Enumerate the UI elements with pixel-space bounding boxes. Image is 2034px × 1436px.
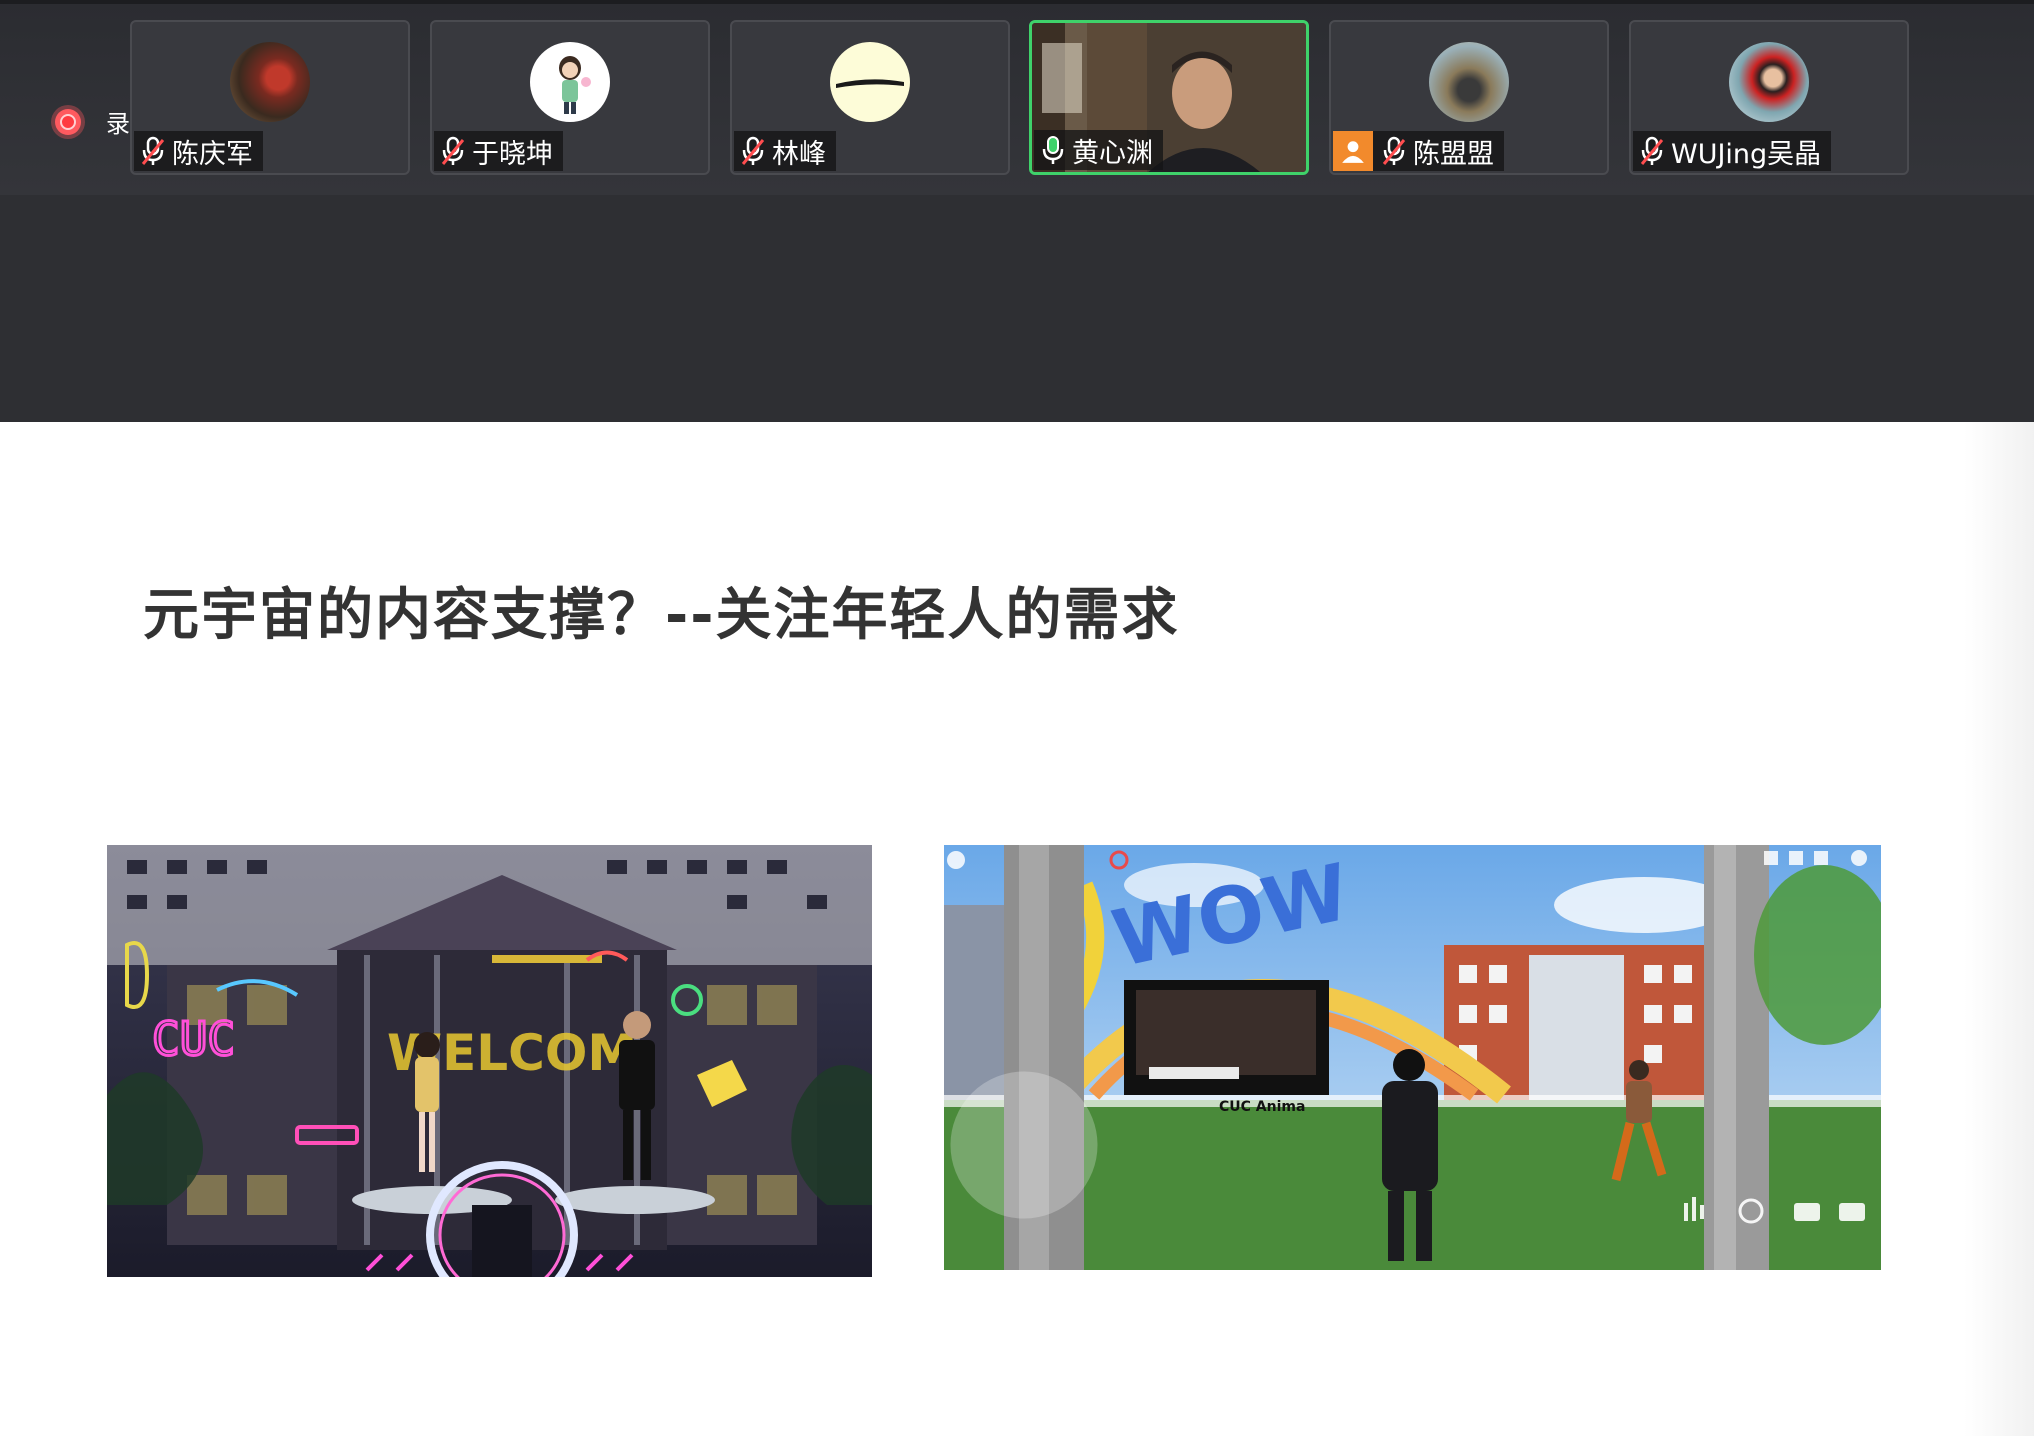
mic-muted-icon [1640,136,1664,165]
participant-name: 陈庆军 [172,138,253,170]
slide-image-virtual-world: WOW CUC Anima [944,845,1881,1270]
avatar [1729,42,1809,122]
cartoon-avatar-icon [559,56,591,114]
recording-icon [55,108,81,135]
participant-name-tag: WUJing吴晶 [1633,131,1832,171]
participant-name: 陈盟盟 [1413,138,1494,170]
avatar [1429,42,1509,122]
virtual-campus-illustration: CUC WELCOM [107,845,872,1277]
participant-name-tag: 林峰 [734,131,836,171]
mic-muted-icon [141,136,165,165]
brush-stroke-avatar-icon [836,79,904,88]
mic-muted-icon [441,136,465,165]
participant-tile[interactable]: 陈庆军 [130,20,410,175]
avatar [830,42,910,122]
participant-name-tag: 于晓坤 [434,131,563,171]
participant-name: 黄心渊 [1072,137,1153,169]
slide-image-virtual-campus: CUC WELCOM [107,845,872,1277]
avatar [230,42,310,122]
meeting-background [0,195,2034,422]
neon-sign-text: CUC [152,1012,235,1066]
participant-name: WUJing吴晶 [1671,138,1822,170]
mic-active-icon [1042,136,1064,164]
avatar [530,42,610,122]
mic-muted-icon [741,136,765,165]
participant-name: 于晓坤 [472,138,553,170]
screen-caption-text: CUC Anima [1219,1099,1305,1115]
mic-muted-icon [1382,136,1406,165]
participant-tile[interactable]: WUJing吴晶 [1629,20,1909,175]
participant-name: 林峰 [772,138,826,170]
slide-edge-shadow [1964,422,2034,1436]
participant-name-tag: 陈庆军 [134,131,263,171]
person-icon [1333,131,1373,171]
slide-title: 元宇宙的内容支撑？--关注年轻人的需求 [143,583,1180,648]
participant-tile-active-speaker[interactable]: 黄心渊 [1029,20,1309,175]
participant-tile[interactable]: 陈盟盟 [1329,20,1609,175]
participant-tile[interactable]: 林峰 [730,20,1010,175]
participant-name-tag: 陈盟盟 [1333,131,1504,171]
participant-name-tag: 黄心渊 [1034,130,1163,170]
participant-tile[interactable]: 于晓坤 [430,20,710,175]
virtual-world-illustration: WOW CUC Anima [944,845,1881,1270]
